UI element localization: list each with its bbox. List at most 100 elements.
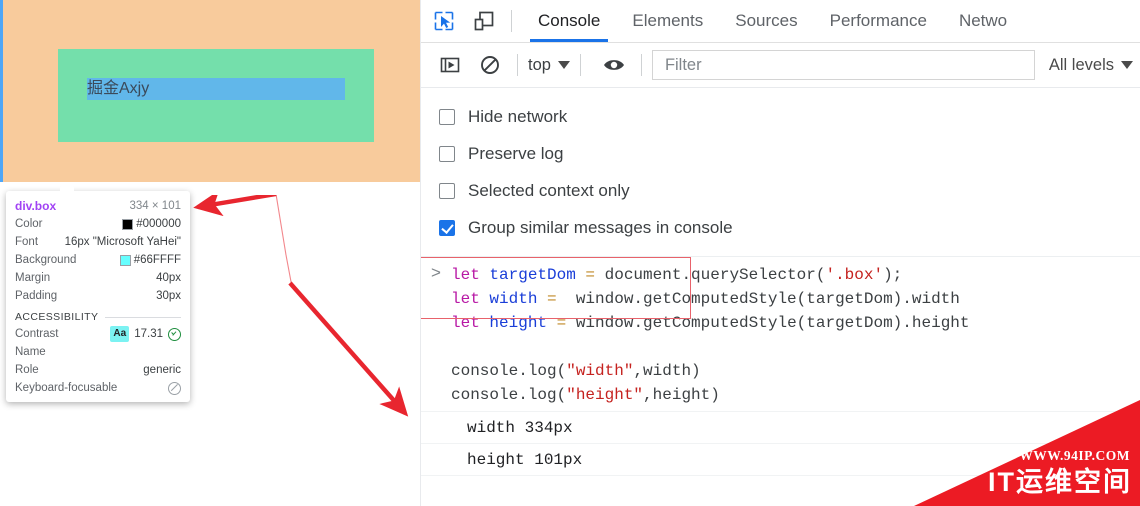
- clear-console-icon[interactable]: [473, 50, 507, 80]
- tooltip-key: Font: [15, 236, 39, 248]
- divider: [511, 10, 512, 32]
- tooltip-row-background: Background #66FFFF: [6, 251, 190, 269]
- tooltip-value: 17.31: [134, 328, 163, 340]
- tooltip-value: 40px: [156, 272, 181, 284]
- inspect-element-icon[interactable]: [427, 6, 461, 36]
- chevron-down-icon: [1121, 61, 1133, 69]
- code-token: =: [547, 290, 567, 308]
- div-box-element[interactable]: 掘金Axjy: [58, 49, 374, 142]
- tab-network[interactable]: Netwo: [943, 1, 1023, 42]
- tooltip-value: 16px "Microsoft YaHei": [64, 236, 181, 248]
- code-token: );: [883, 266, 903, 284]
- chevron-down-icon: [557, 61, 570, 69]
- run-script-icon[interactable]: [433, 50, 467, 80]
- log-levels-value: All levels: [1048, 55, 1114, 74]
- tab-console[interactable]: Console: [522, 1, 616, 42]
- checkbox[interactable]: [439, 219, 455, 236]
- checkbox[interactable]: [439, 108, 455, 125]
- box-text-selection: 掘金Axjy: [87, 78, 345, 100]
- tooltip-row-color: Color #000000: [6, 215, 190, 233]
- tooltip-key: Role: [15, 364, 39, 376]
- tooltip-notch: [60, 185, 74, 197]
- code-token: "width": [566, 362, 634, 380]
- setting-hide-network[interactable]: Hide network: [439, 98, 1140, 135]
- code-token: =: [556, 314, 576, 332]
- tooltip-row-name: Name: [6, 343, 190, 361]
- execution-context-value: top: [528, 55, 551, 74]
- console-prompt-icon: >: [430, 265, 442, 284]
- code-token: window.getComputedStyle(targetDom).heigh…: [575, 314, 970, 332]
- watermark-site-name: IT运维空间: [988, 467, 1132, 497]
- tooltip-value: #66FFFF: [133, 254, 181, 266]
- filter-input[interactable]: Filter: [651, 50, 1035, 80]
- code-token: targetDom: [489, 266, 586, 284]
- live-expression-icon[interactable]: [597, 50, 631, 80]
- tooltip-row-keyboard-focusable: Keyboard-focusable: [6, 379, 190, 397]
- divider: [517, 54, 518, 76]
- code-token: width: [489, 290, 548, 308]
- setting-group-similar-messages[interactable]: Group similar messages in console: [439, 209, 1140, 246]
- tooltip-key: Background: [15, 254, 77, 266]
- divider: [579, 54, 581, 76]
- tab-elements[interactable]: Elements: [616, 1, 719, 42]
- tooltip-selector-row: div.box 334 × 101: [6, 197, 190, 215]
- code-token: height: [489, 314, 557, 332]
- execution-context-select[interactable]: top: [528, 56, 570, 75]
- console-code-snippet[interactable]: let targetDom = document.querySelector('…: [451, 263, 970, 407]
- console-toolbar: top Filter All levels: [421, 43, 1140, 88]
- tooltip-row-margin: Margin 40px: [6, 269, 190, 287]
- log-levels-select[interactable]: All levels: [1049, 56, 1140, 75]
- color-swatch-icon: [122, 218, 134, 230]
- device-toolbar-icon[interactable]: [467, 6, 501, 36]
- code-token: document.querySelector(: [604, 266, 826, 284]
- divider: [105, 316, 181, 318]
- setting-label: Group similar messages in console: [468, 217, 733, 237]
- tooltip-dimensions: 334 × 101: [129, 200, 181, 212]
- tooltip-key: Margin: [15, 272, 51, 284]
- tooltip-value: 30px: [156, 290, 181, 302]
- code-token: window.getComputedStyle(targetDom).width: [566, 290, 960, 308]
- tooltip-row-padding: Padding 30px: [6, 287, 190, 305]
- divider: [640, 54, 642, 76]
- tooltip-row-contrast: Contrast Aa 17.31: [6, 325, 190, 343]
- element-inspect-tooltip: div.box 334 × 101 Color #000000 Font 16p…: [6, 185, 190, 402]
- tooltip-value: #000000: [136, 218, 181, 230]
- color-swatch-icon: [119, 254, 131, 266]
- code-token: let: [451, 314, 490, 332]
- not-allowed-icon: [168, 381, 181, 395]
- check-circle-icon: [168, 327, 181, 341]
- accessibility-section-header: ACCESSIBILITY: [15, 311, 181, 323]
- setting-label: Selected context only: [468, 180, 630, 200]
- code-token: console.log(: [451, 362, 567, 380]
- code-token: let: [451, 266, 490, 284]
- setting-selected-context-only[interactable]: Selected context only: [439, 172, 1140, 209]
- checkbox[interactable]: [439, 145, 455, 162]
- tooltip-key: Keyboard-focusable: [15, 382, 118, 394]
- tab-sources[interactable]: Sources: [719, 1, 813, 42]
- contrast-aa-badge: Aa: [110, 326, 130, 342]
- tab-performance[interactable]: Performance: [814, 1, 943, 42]
- tooltip-key: Name: [15, 346, 46, 358]
- tooltip-key: Color: [15, 218, 43, 230]
- code-token: "height": [566, 386, 644, 404]
- watermark: WWW.94IP.COM IT运维空间: [914, 400, 1140, 506]
- console-settings-list: Hide network Preserve log Selected conte…: [421, 88, 1140, 252]
- setting-preserve-log[interactable]: Preserve log: [439, 135, 1140, 172]
- devtools-tabbar: Console Elements Sources Performance Net…: [421, 0, 1140, 43]
- watermark-url: WWW.94IP.COM: [1019, 448, 1130, 463]
- accessibility-label: ACCESSIBILITY: [15, 311, 99, 323]
- checkbox[interactable]: [439, 182, 455, 199]
- code-token: ,width): [633, 362, 701, 380]
- web-page-preview: 掘金Axjy: [0, 0, 420, 182]
- console-input-row[interactable]: > let targetDom = document.querySelector…: [421, 257, 1140, 411]
- tooltip-row-font: Font 16px "Microsoft YaHei": [6, 233, 190, 251]
- code-token: ,height): [643, 386, 720, 404]
- code-token: let: [451, 290, 490, 308]
- code-token: console.log(: [451, 386, 567, 404]
- tooltip-key: Padding: [15, 290, 58, 302]
- setting-label: Preserve log: [468, 143, 564, 163]
- tooltip-key: Contrast: [15, 328, 59, 340]
- code-token: =: [585, 266, 605, 284]
- code-token: '.box': [825, 266, 884, 284]
- tooltip-value: generic: [143, 364, 181, 376]
